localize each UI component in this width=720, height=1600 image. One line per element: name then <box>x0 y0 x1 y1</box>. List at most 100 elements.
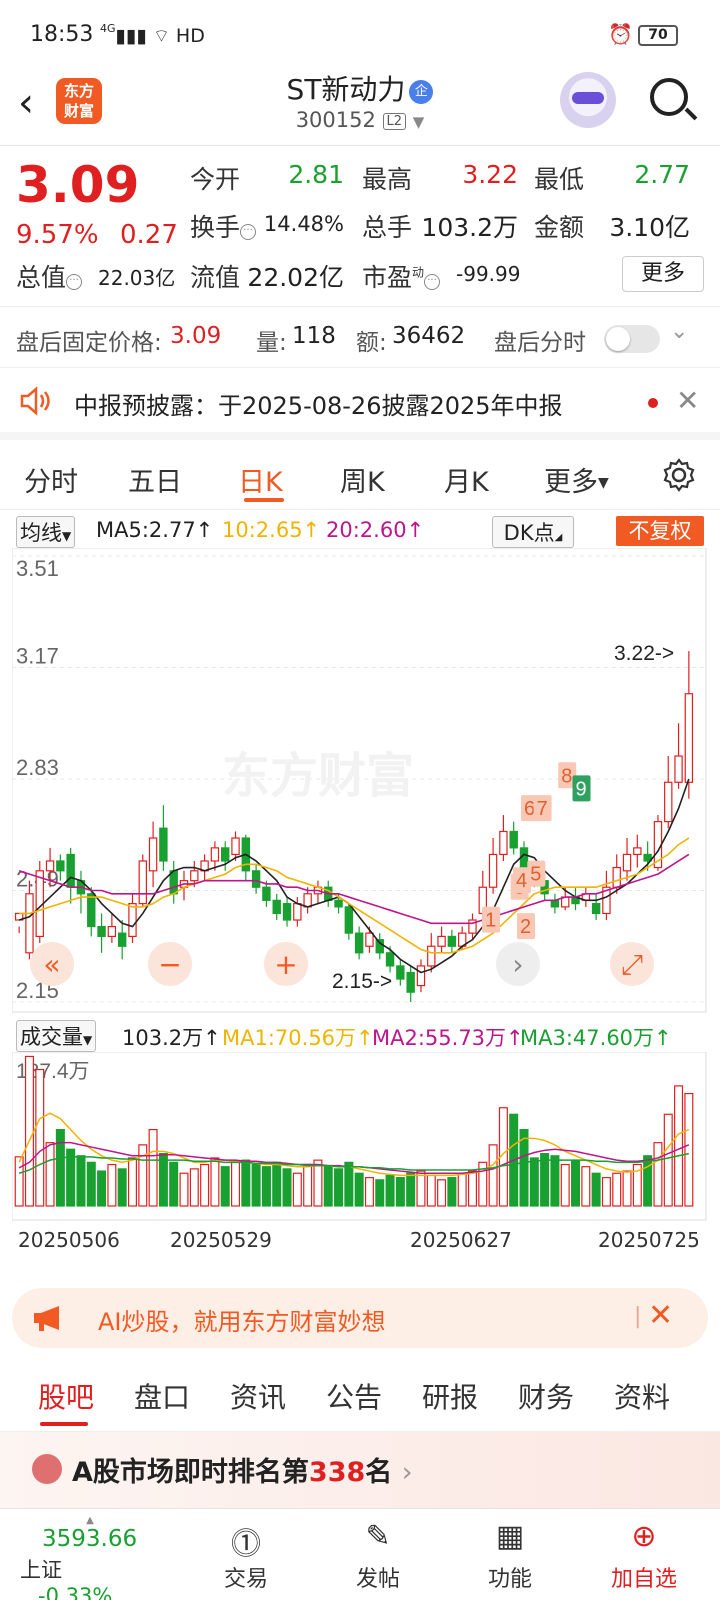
volume-value: 103.2万 <box>421 213 518 242</box>
tab-five-day[interactable]: 五日 <box>128 460 182 499</box>
candle <box>148 837 158 872</box>
candle <box>365 932 374 947</box>
nav-functions[interactable]: 功能 <box>460 1561 560 1593</box>
more-button[interactable]: 更多 <box>622 256 704 292</box>
volume-bar <box>148 1128 158 1207</box>
candle <box>375 939 384 954</box>
volume-bar <box>231 1161 241 1207</box>
tab-daily-k[interactable]: 日K <box>238 460 283 499</box>
adjust-button[interactable]: 不复权 <box>616 516 704 546</box>
ranking-text: A股市场即时排名第338名 › <box>72 1457 413 1488</box>
notice-bar[interactable]: 中报预披露：于2025-08-26披露2025年中报 ✕ <box>0 368 720 440</box>
index-value: 3593.66 <box>42 1526 138 1552</box>
tab-research[interactable]: 研报 <box>422 1376 478 1416</box>
volume-bar <box>437 1179 447 1207</box>
index-quote[interactable]: ▲ 3593.66 上证 -0.33% <box>20 1515 160 1600</box>
gear-icon[interactable] <box>662 458 696 492</box>
market-ranking[interactable]: A股市场即时排名第338名 › <box>0 1432 720 1508</box>
nav-post[interactable]: 发帖 <box>328 1561 428 1593</box>
candle <box>499 830 508 856</box>
indicator-selector[interactable]: 均线▼ <box>16 516 76 548</box>
scroll-left-icon[interactable]: « <box>30 942 74 986</box>
info-icon[interactable]: ··· <box>240 224 257 240</box>
candle <box>221 847 230 862</box>
turnover-label: 换手 ··· <box>190 208 257 244</box>
amount-value: 3.10亿 <box>609 213 690 242</box>
tab-news[interactable]: 资讯 <box>230 1376 286 1416</box>
edit-icon: ✎ <box>365 1519 391 1554</box>
tab-profile[interactable]: 资料 <box>614 1376 670 1416</box>
dk-point-button[interactable]: DK点◢ <box>492 516 574 548</box>
candle <box>303 893 312 908</box>
volume-label: 总手 <box>362 213 413 242</box>
status-time: 18:53 <box>30 22 94 47</box>
volume-bar <box>303 1163 313 1207</box>
ai-banner[interactable]: AI炒股，就用东方财富妙想 | ✕ <box>12 1288 708 1348</box>
info-icon[interactable]: ··· <box>424 274 441 290</box>
volume-bar <box>560 1163 570 1207</box>
y-tick-label: 3.51 <box>16 556 59 581</box>
candle <box>97 925 106 938</box>
volume-bar <box>334 1168 344 1207</box>
candle <box>416 965 426 987</box>
candle <box>272 899 281 915</box>
pattern-marker: 6 <box>524 798 535 820</box>
volume-total: 103.2万↑ <box>122 1026 221 1050</box>
info-icon[interactable]: ··· <box>66 274 83 290</box>
candle <box>45 860 55 872</box>
candle <box>210 847 220 862</box>
search-icon[interactable] <box>650 78 688 116</box>
pattern-marker: 5 <box>530 864 541 886</box>
pattern-marker: 4 <box>516 870 527 892</box>
volume-chart[interactable]: 137.4万 <box>12 1052 708 1222</box>
close-icon[interactable]: ✕ <box>676 384 699 417</box>
volume-bar <box>406 1172 416 1207</box>
volume-bar <box>684 1092 694 1207</box>
volume-bar <box>663 1113 673 1207</box>
kline-chart[interactable]: 3.513.172.832.492.15东方财富3.22->2.15->1234… <box>12 548 708 1014</box>
candle <box>25 893 34 954</box>
volume-bar <box>591 1172 601 1207</box>
fullscreen-icon[interactable]: ⤢ <box>610 942 654 986</box>
x-tick-label: 20250506 <box>18 1228 120 1252</box>
nav-trade[interactable]: 交易 <box>196 1561 296 1593</box>
after-hours-bar: 盘后固定价格: 3.09 量: 118 额: 36462 盘后分时 ⌄ <box>0 306 720 368</box>
close-icon[interactable]: ✕ <box>648 1298 673 1333</box>
tab-more[interactable]: 更多▼ <box>544 460 609 499</box>
candle <box>488 853 498 888</box>
svg-text:«: « <box>43 948 60 981</box>
tab-pankou[interactable]: 盘口 <box>134 1376 190 1416</box>
after-hours-toggle[interactable] <box>604 325 660 353</box>
change-amount: 0.27 <box>120 220 178 250</box>
scroll-right-icon[interactable]: › <box>496 942 540 986</box>
tab-weekly-k[interactable]: 周K <box>340 460 385 499</box>
ai-assistant-avatar[interactable] <box>560 72 616 128</box>
grid-icon: ▦ <box>495 1519 525 1554</box>
volume-bar <box>488 1144 498 1207</box>
enterprise-badge-icon: 企 <box>409 80 434 104</box>
tab-timeshare[interactable]: 分时 <box>24 460 78 499</box>
pattern-marker: 1 <box>485 910 496 932</box>
candle <box>262 886 271 901</box>
nav-add-watchlist[interactable]: 加自选 <box>594 1561 694 1593</box>
volume-bar <box>200 1163 210 1207</box>
open-value: 2.81 <box>288 160 344 189</box>
add-circle-icon: ⊕ <box>631 1519 657 1554</box>
candle <box>612 866 621 888</box>
tab-announcements[interactable]: 公告 <box>326 1376 382 1416</box>
volume-selector[interactable]: 成交量▼ <box>16 1020 97 1052</box>
low-label: 最低 <box>534 165 585 194</box>
volume-bar <box>117 1168 127 1207</box>
chevron-down-icon[interactable]: ⌄ <box>670 319 688 344</box>
tab-monthly-k[interactable]: 月K <box>444 460 489 499</box>
signal-icon: 4G▮▮▮ ⌔ HD <box>100 22 205 47</box>
status-bar: 18:53 4G▮▮▮ ⌔ HD ⏰ 70 <box>0 0 720 66</box>
candle <box>633 847 642 856</box>
pe-label: 市盈动··· <box>362 258 441 294</box>
zoom-in-icon[interactable]: + <box>264 942 308 986</box>
candle <box>117 932 127 947</box>
ai-banner-text: AI炒股，就用东方财富妙想 <box>98 1308 386 1336</box>
zoom-out-icon[interactable]: − <box>148 942 192 986</box>
tab-finance[interactable]: 财务 <box>518 1376 574 1416</box>
tab-guba[interactable]: 股吧 <box>38 1376 94 1416</box>
